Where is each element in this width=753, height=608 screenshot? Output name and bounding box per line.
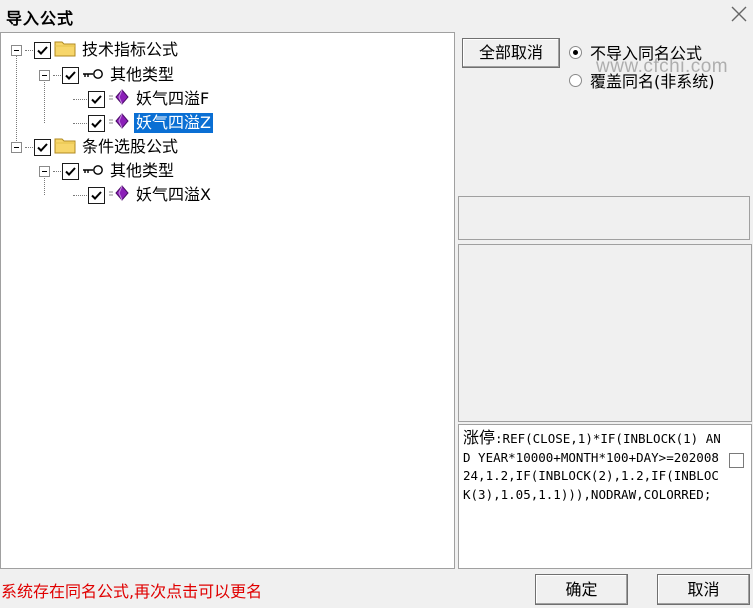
node-checkbox[interactable] [88, 114, 105, 132]
folder-icon [54, 39, 76, 61]
tree-node-label: 其他类型 [110, 161, 175, 180]
tree-node-formula-z[interactable]: 妖气四溢Z [73, 111, 213, 135]
confirm-button[interactable]: 确定 [535, 574, 628, 605]
tree-node-stock-selection[interactable]: 条件选股公式 [11, 135, 180, 159]
tree-node-formula-x[interactable]: 妖气四溢X [73, 183, 213, 207]
formula-gem-icon [108, 185, 130, 205]
node-checkbox[interactable] [62, 66, 79, 84]
watermark: www.cfchi.com [596, 56, 729, 77]
node-checkbox[interactable] [88, 90, 105, 108]
description-panel [458, 244, 752, 422]
formula-code-body: :REF(CLOSE,1)*IF(INBLOCK(1) AND YEAR*100… [463, 431, 721, 502]
code-checkbox[interactable] [729, 453, 744, 468]
formula-code-view[interactable]: 涨停:REF(CLOSE,1)*IF(INBLOCK(1) AND YEAR*1… [458, 424, 752, 569]
collapse-icon[interactable] [39, 165, 50, 177]
radio-button-selected[interactable] [569, 45, 582, 59]
node-checkbox[interactable] [62, 162, 79, 180]
name-input-box[interactable] [458, 196, 750, 240]
tree-node-other-types[interactable]: 其他类型 [39, 63, 176, 87]
cancel-all-label: 全部取消 [478, 43, 543, 62]
node-checkbox[interactable] [88, 186, 105, 204]
formula-code-text: 涨停:REF(CLOSE,1)*IF(INBLOCK(1) AND YEAR*1… [463, 428, 721, 504]
tree-node-other-types[interactable]: 其他类型 [39, 159, 176, 183]
tree-node-label: 条件选股公式 [82, 137, 179, 156]
cancel-all-button[interactable]: 全部取消 [462, 38, 560, 68]
node-checkbox[interactable] [34, 41, 51, 59]
status-message: 系统存在同名公式,再次点击可以更名 [1, 582, 263, 601]
title-bar: 导入公式 [0, 0, 753, 32]
tree-node-label: 其他类型 [110, 65, 175, 84]
collapse-icon[interactable] [11, 141, 22, 153]
formula-tree[interactable]: 技术指标公式 其他类型 妖气四溢F 妖气四溢Z 条件选股公式 其他类型 妖气四溢… [0, 32, 455, 569]
tree-node-technical-indicators[interactable]: 技术指标公式 [11, 38, 180, 62]
formula-gem-icon [108, 113, 130, 133]
folder-icon [54, 136, 76, 158]
collapse-icon[interactable] [39, 69, 50, 81]
confirm-label: 确定 [565, 580, 598, 599]
tree-node-formula-f[interactable]: 妖气四溢F [73, 87, 211, 111]
close-icon[interactable] [728, 3, 750, 25]
cancel-button[interactable]: 取消 [657, 574, 750, 605]
radio-button[interactable] [569, 73, 582, 87]
tree-node-label-selected: 妖气四溢Z [134, 113, 213, 133]
tree-connector [16, 49, 17, 145]
formula-code-head: 涨停 [463, 428, 496, 447]
window-title: 导入公式 [6, 9, 75, 28]
tree-node-label: 妖气四溢F [136, 89, 210, 108]
collapse-icon[interactable] [11, 44, 22, 56]
cancel-label: 取消 [687, 580, 720, 599]
node-checkbox[interactable] [34, 138, 51, 156]
tree-node-label: 技术指标公式 [82, 40, 179, 59]
key-icon [82, 66, 104, 85]
key-icon [82, 162, 104, 181]
formula-gem-icon [108, 89, 130, 109]
tree-node-label: 妖气四溢X [136, 185, 211, 204]
